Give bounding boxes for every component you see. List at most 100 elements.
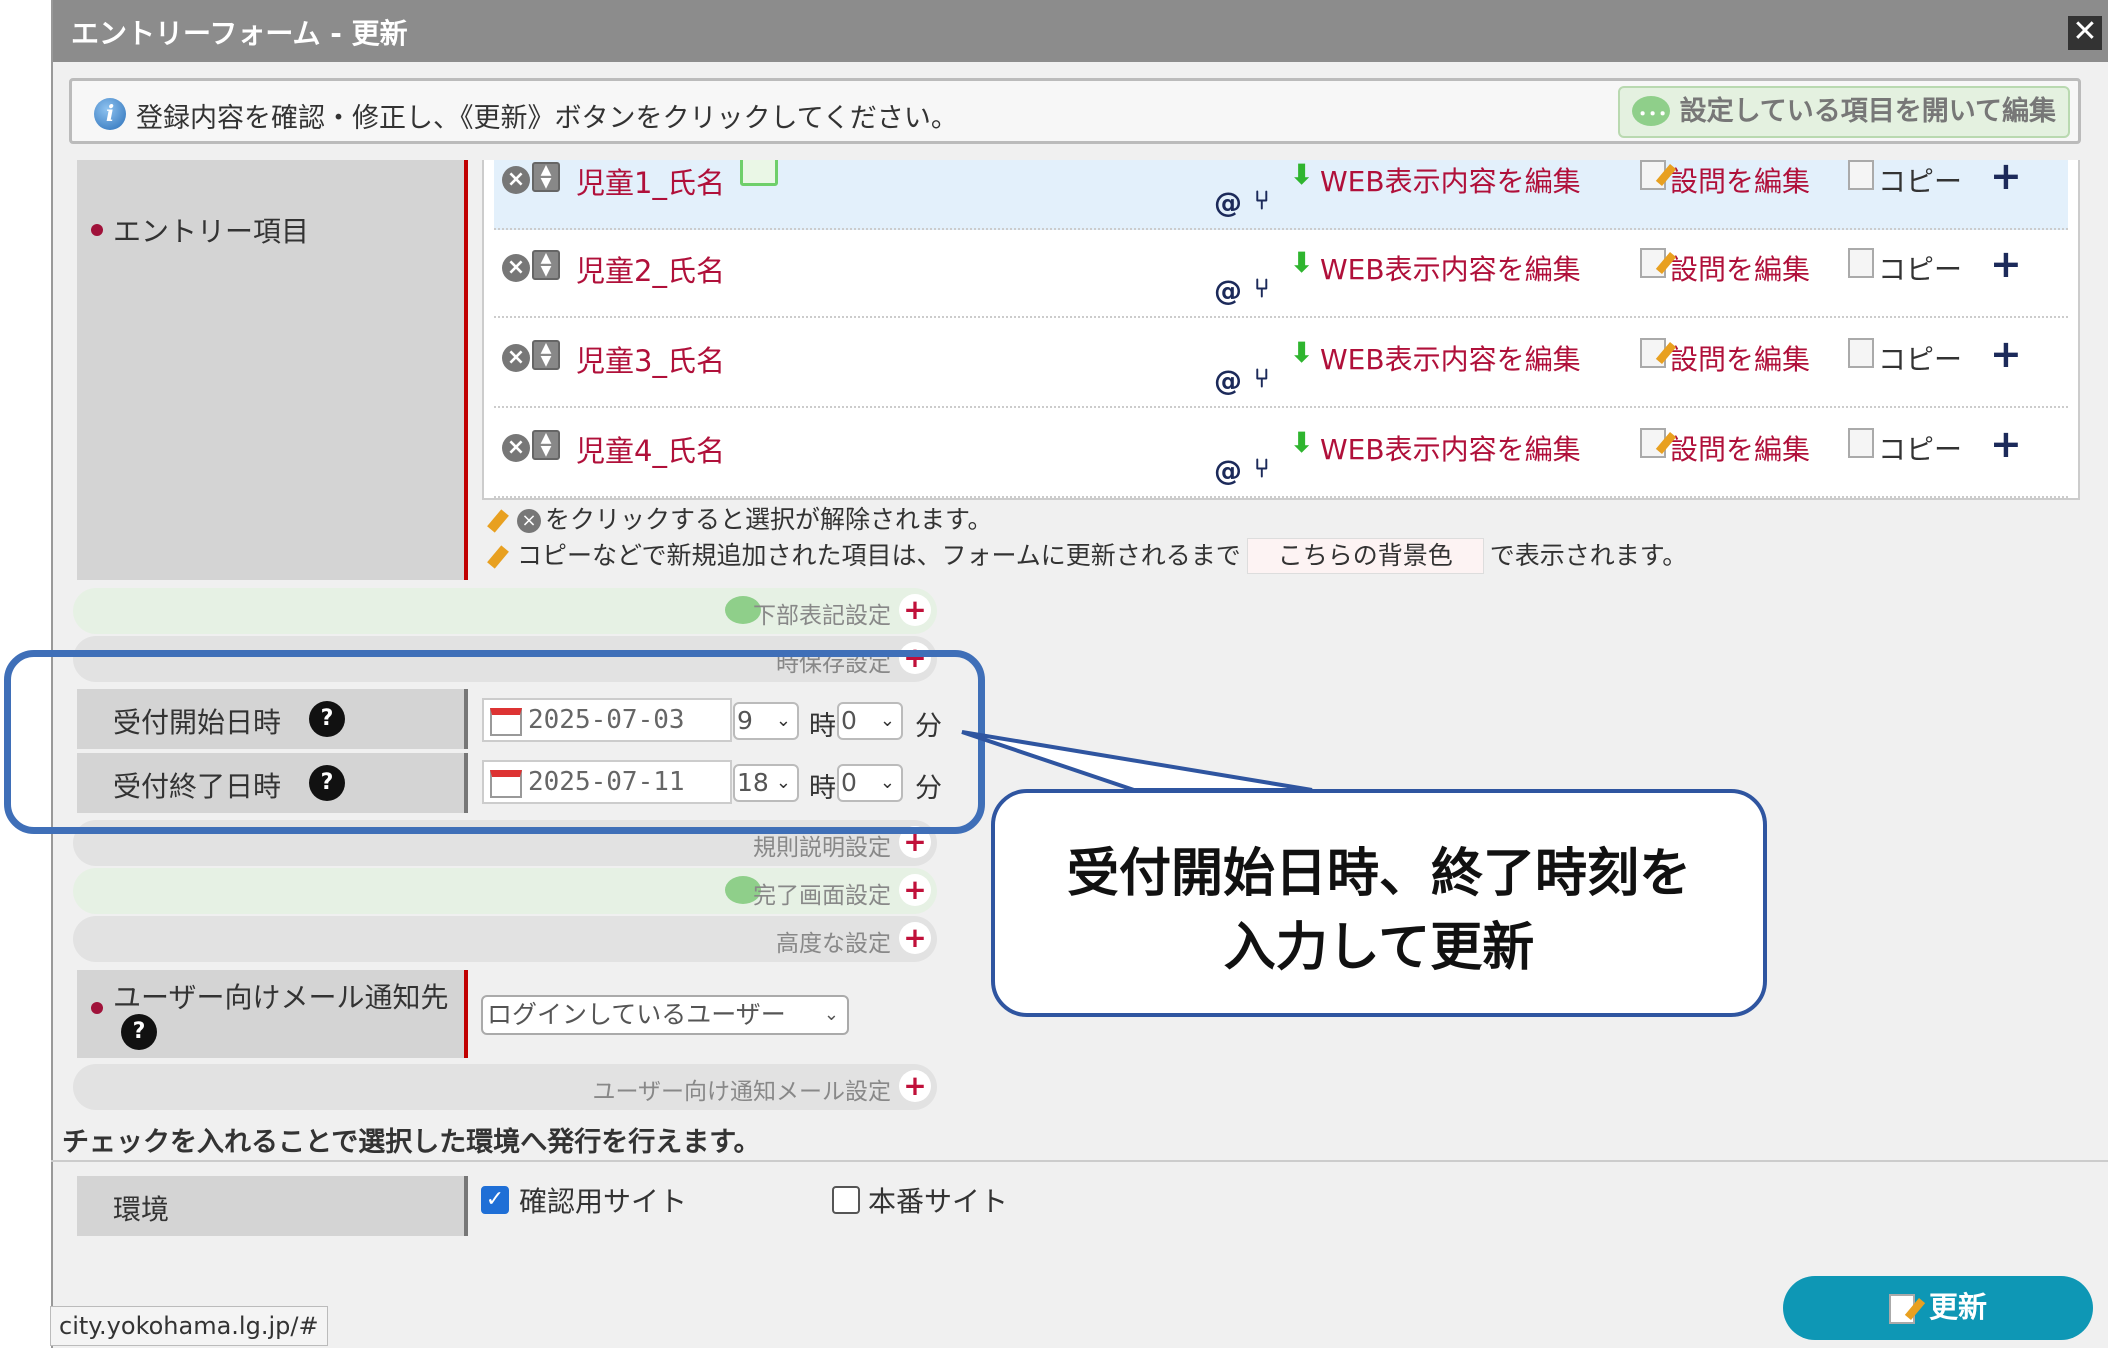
help-icon[interactable]: ? <box>121 1014 157 1050</box>
copy-link[interactable]: コピー <box>1848 160 1962 200</box>
question-edit-link[interactable]: 設問を編集 <box>1640 428 1810 468</box>
at-icon[interactable]: @ <box>1214 454 1242 487</box>
web-edit-link[interactable]: ⬇ WEB表示内容を編集 <box>1290 428 1581 468</box>
copy-link[interactable]: コピー <box>1848 428 1962 468</box>
remove-icon[interactable]: × <box>502 254 530 282</box>
sort-handle-icon[interactable]: ▲ ▼ <box>532 430 560 460</box>
expand-plus-icon[interactable]: + <box>899 1070 931 1102</box>
sort-handle-icon[interactable]: ▲ ▼ <box>532 340 560 370</box>
new-item-bg-note: コピーなどで新規追加された項目は、フォームに更新されるまで こちらの背景色 で表示さ… <box>487 536 1687 574</box>
highlight-frame <box>4 650 985 834</box>
list-icon[interactable] <box>740 160 778 186</box>
edit-doc-icon <box>1640 428 1666 458</box>
remove-icon[interactable]: × <box>502 434 530 462</box>
branch-icon[interactable]: ⑂ <box>1254 454 1270 484</box>
deselect-note: × をクリックすると選択が解除されます。 <box>487 500 993 536</box>
chat-bubble-icon <box>1631 90 1670 138</box>
info-bar: i 登録内容を確認・修正し、《更新》ボタンをクリックしてください。 設定している… <box>69 78 2081 144</box>
background-sample: こちらの背景色 <box>1246 538 1484 574</box>
question-edit-link[interactable]: 設問を編集 <box>1640 338 1810 378</box>
publish-note: チェックを入れることで選択した環境へ発行を行えます。 <box>62 1127 761 1158</box>
user-mail-setting-bar[interactable]: ユーザー向け通知メール設定 + <box>73 1064 937 1110</box>
web-edit-link[interactable]: ⬇ WEB表示内容を編集 <box>1290 160 1581 200</box>
environment-label: 環境 <box>113 1193 170 1226</box>
entry-item-list: × ▲ ▼ 児童1_氏名 @ ⑂ ⬇ WEB表示内容を編集 設問を編集 コピー + … <box>482 160 2080 500</box>
entry-row[interactable]: × ▲ ▼ 児童3_氏名 @ ⑂ ⬇ WEB表示内容を編集 設問を編集 コピー + <box>494 324 2068 408</box>
callout-line2: 入力して更新 <box>1223 918 1535 978</box>
required-dot <box>91 1002 103 1014</box>
entry-name: 児童1_氏名 <box>576 166 725 200</box>
copy-doc-icon <box>1848 428 1874 458</box>
pencil-icon <box>487 545 509 569</box>
production-site-checkbox[interactable] <box>832 1186 860 1214</box>
green-down-arrow-icon: ⬇ <box>1290 426 1314 459</box>
at-icon[interactable]: @ <box>1214 364 1242 397</box>
question-edit-link[interactable]: 設問を編集 <box>1640 160 1810 200</box>
open-edit-button[interactable]: 設定している項目を開いて編集 <box>1617 86 2070 138</box>
copy-doc-icon <box>1848 160 1874 190</box>
sort-handle-icon[interactable]: ▲ ▼ <box>532 162 560 192</box>
close-button[interactable]: ✕ <box>2068 16 2102 50</box>
entry-row[interactable]: × ▲ ▼ 児童2_氏名 @ ⑂ ⬇ WEB表示内容を編集 設問を編集 コピー + <box>494 234 2068 318</box>
complete-setting-label: 完了画面設定 <box>753 883 891 909</box>
copy-doc-icon <box>1848 248 1874 278</box>
add-icon[interactable]: + <box>1990 332 2022 376</box>
copy-doc-icon <box>1848 338 1874 368</box>
question-edit-link[interactable]: 設問を編集 <box>1640 248 1810 288</box>
branch-icon[interactable]: ⑂ <box>1254 364 1270 394</box>
required-dot <box>91 224 103 236</box>
branch-icon[interactable]: ⑂ <box>1254 274 1270 304</box>
footer-setting-label: 下部表記設定 <box>753 603 891 629</box>
copy-link[interactable]: コピー <box>1848 338 1962 378</box>
green-down-arrow-icon: ⬇ <box>1290 160 1314 191</box>
user-mail-label-cell: ユーザー向けメール通知先 ? <box>77 970 468 1058</box>
divider <box>51 1160 2108 1162</box>
pencil-icon <box>487 509 509 533</box>
user-mail-setting-label: ユーザー向け通知メール設定 <box>592 1079 891 1105</box>
environment-label-cell: 環境 <box>77 1176 468 1236</box>
info-icon: i <box>94 98 126 130</box>
entry-items-label-cell: エントリー項目 <box>77 160 468 580</box>
at-icon[interactable]: @ <box>1214 186 1242 219</box>
edit-doc-icon <box>1640 248 1666 278</box>
callout-box: 受付開始日時、終了時刻を 入力して更新 <box>991 789 1767 1017</box>
branch-icon[interactable]: ⑂ <box>1254 186 1270 216</box>
advanced-setting-label: 高度な設定 <box>776 931 891 957</box>
copy-link[interactable]: コピー <box>1848 248 1962 288</box>
sort-handle-icon[interactable]: ▲ ▼ <box>532 250 560 280</box>
web-edit-link[interactable]: ⬇ WEB表示内容を編集 <box>1290 248 1581 288</box>
entry-name: 児童4_氏名 <box>576 434 725 468</box>
add-icon[interactable]: + <box>1990 160 2022 198</box>
entry-row[interactable]: × ▲ ▼ 児童1_氏名 @ ⑂ ⬇ WEB表示内容を編集 設問を編集 コピー + <box>494 160 2068 230</box>
info-message: 登録内容を確認・修正し、《更新》ボタンをクリックしてください。 <box>136 103 958 134</box>
edit-doc-icon <box>1640 338 1666 368</box>
add-icon[interactable]: + <box>1990 242 2022 286</box>
web-edit-link[interactable]: ⬇ WEB表示内容を編集 <box>1290 338 1581 378</box>
user-mail-select[interactable]: ログインしているユーザー ⌄ <box>481 995 849 1035</box>
advanced-setting-bar[interactable]: 高度な設定 + <box>73 916 937 962</box>
user-mail-label: ユーザー向けメール通知先 <box>113 981 449 1014</box>
entry-name: 児童2_氏名 <box>576 254 725 288</box>
edit-doc-icon <box>1640 160 1666 190</box>
confirm-site-checkbox[interactable]: ✓ <box>481 1186 509 1214</box>
at-icon[interactable]: @ <box>1214 274 1242 307</box>
production-site-label: 本番サイト <box>868 1185 1009 1218</box>
callout-line1: 受付開始日時、終了時刻を <box>1066 844 1691 904</box>
edit-doc-icon <box>1888 1294 1915 1324</box>
green-down-arrow-icon: ⬇ <box>1290 246 1314 279</box>
remove-icon[interactable]: × <box>502 166 530 194</box>
entry-row[interactable]: × ▲ ▼ 児童4_氏名 @ ⑂ ⬇ WEB表示内容を編集 設問を編集 コピー + <box>494 414 2068 498</box>
dialog-title: エントリーフォーム - 更新 <box>71 17 408 50</box>
update-button[interactable]: 更新 <box>1783 1276 2093 1340</box>
expand-plus-icon[interactable]: + <box>899 922 931 954</box>
entry-items-label: エントリー項目 <box>113 215 310 248</box>
add-icon[interactable]: + <box>1990 422 2022 466</box>
footer-setting-bar[interactable]: 下部表記設定 + <box>73 588 937 634</box>
complete-setting-bar[interactable]: 完了画面設定 + <box>73 868 937 914</box>
remove-icon-inline: × <box>517 509 541 533</box>
expand-plus-icon[interactable]: + <box>899 594 931 626</box>
remove-icon[interactable]: × <box>502 344 530 372</box>
expand-plus-icon[interactable]: + <box>899 874 931 906</box>
entry-name: 児童3_氏名 <box>576 344 725 378</box>
open-edit-label: 設定している項目を開いて編集 <box>1679 96 2056 127</box>
